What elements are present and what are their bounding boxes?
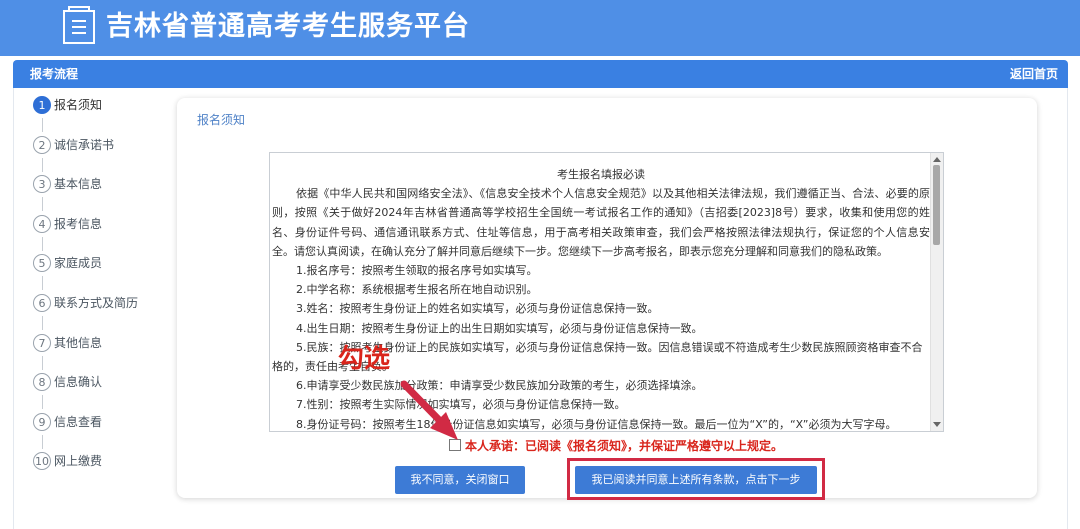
step-number: 4 [33, 215, 51, 233]
scroll-down-icon[interactable] [933, 422, 941, 427]
step-number: 2 [33, 136, 51, 154]
disagree-close-button[interactable]: 我不同意，关闭窗口 [395, 466, 525, 494]
step-label: 网上缴费 [54, 454, 103, 468]
step-number: 10 [33, 452, 51, 470]
step-label: 其他信息 [54, 336, 103, 350]
site-title: 吉林省普通高考考生服务平台 [106, 11, 470, 42]
scrollbar[interactable] [930, 153, 943, 431]
promise-checkbox[interactable] [449, 439, 461, 451]
step-label: 家庭成员 [54, 256, 103, 270]
scroll-up-icon[interactable] [933, 157, 941, 162]
annotation-label: 勾选 [338, 344, 391, 374]
promise-prefix: 本人承诺： [465, 439, 526, 453]
step-number: 1 [33, 96, 51, 114]
notice-item: 8.身份证号码：按照考生18位身份证信息如实填写，必须与身份证信息保持一致。最后… [296, 417, 897, 431]
notice-item: 4.出生日期：按照考生身份证上的出生日期如实填写，必须与身份证信息保持一致。 [296, 321, 703, 335]
step-number: 5 [33, 254, 51, 272]
notice-card: 报名须知 考生报名填报必读 依据《中华人民共和国网络安全法》、《信息安全技术个人… [177, 98, 1037, 500]
step-connector [42, 158, 43, 172]
step-number: 3 [33, 175, 51, 193]
promise-row: 本人承诺：已阅读《报名须知》，并保证严格遵守以上规定。 [449, 438, 783, 454]
notice-item: 6.申请享受少数民族加分政策：申请享受少数民族加分政策的考生，必须选择填涂。 [296, 379, 703, 393]
notice-intro: 依据《中华人民共和国网络安全法》、《信息安全技术个人信息安全规范》以及其他相关法… [272, 187, 930, 258]
step-number: 9 [33, 413, 51, 431]
step-label: 报考信息 [54, 217, 103, 231]
scroll-thumb[interactable] [933, 165, 940, 245]
step-label: 报名须知 [54, 98, 103, 112]
step-connector [42, 118, 43, 132]
step-connector [42, 316, 43, 330]
promise-text: 已阅读《报名须知》，并保证严格遵守以上规定。 [525, 439, 784, 453]
site-header: 吉林省普通高考考生服务平台 [0, 0, 1080, 56]
annotation-highlight-box [567, 458, 825, 500]
card-title: 报名须知 [197, 113, 246, 127]
step-number: 7 [33, 334, 51, 352]
step-label: 联系方式及简历 [54, 296, 139, 310]
process-bar-title: 报考流程 [30, 67, 79, 81]
notice-item: 1.报名序号：按照考生领取的报名序号如实填写。 [296, 264, 538, 278]
step-connector [42, 237, 43, 251]
step-label: 诚信承诺书 [54, 138, 115, 152]
notice-scroll-box[interactable]: 考生报名填报必读 依据《中华人民共和国网络安全法》、《信息安全技术个人信息安全规… [269, 152, 944, 432]
step-number: 8 [33, 373, 51, 391]
notice-item: 7.性别：按照考生实际情况如实填写，必须与身份证信息保持一致。 [296, 398, 626, 412]
process-bar: 报考流程 返回首页 [13, 60, 1068, 88]
step-label: 基本信息 [54, 177, 103, 191]
step-connector [42, 356, 43, 370]
step-connector [42, 276, 43, 290]
step-number: 6 [33, 294, 51, 312]
notice-item: 3.姓名：按照考生身份证上的姓名如实填写，必须与身份证信息保持一致。 [296, 302, 659, 316]
back-home-link[interactable]: 返回首页 [1010, 66, 1058, 82]
step-label: 信息查看 [54, 415, 103, 429]
step-connector [42, 435, 43, 449]
logo-icon [63, 6, 95, 44]
step-label: 信息确认 [54, 375, 103, 389]
notice-content: 考生报名填报必读 依据《中华人民共和国网络安全法》、《信息安全技术个人信息安全规… [270, 153, 932, 431]
step-connector [42, 197, 43, 211]
notice-item: 2.中学名称：系统根据考生报名所在地自动识别。 [296, 283, 538, 297]
notice-title: 考生报名填报必读 [557, 168, 645, 181]
step-connector [42, 395, 43, 409]
